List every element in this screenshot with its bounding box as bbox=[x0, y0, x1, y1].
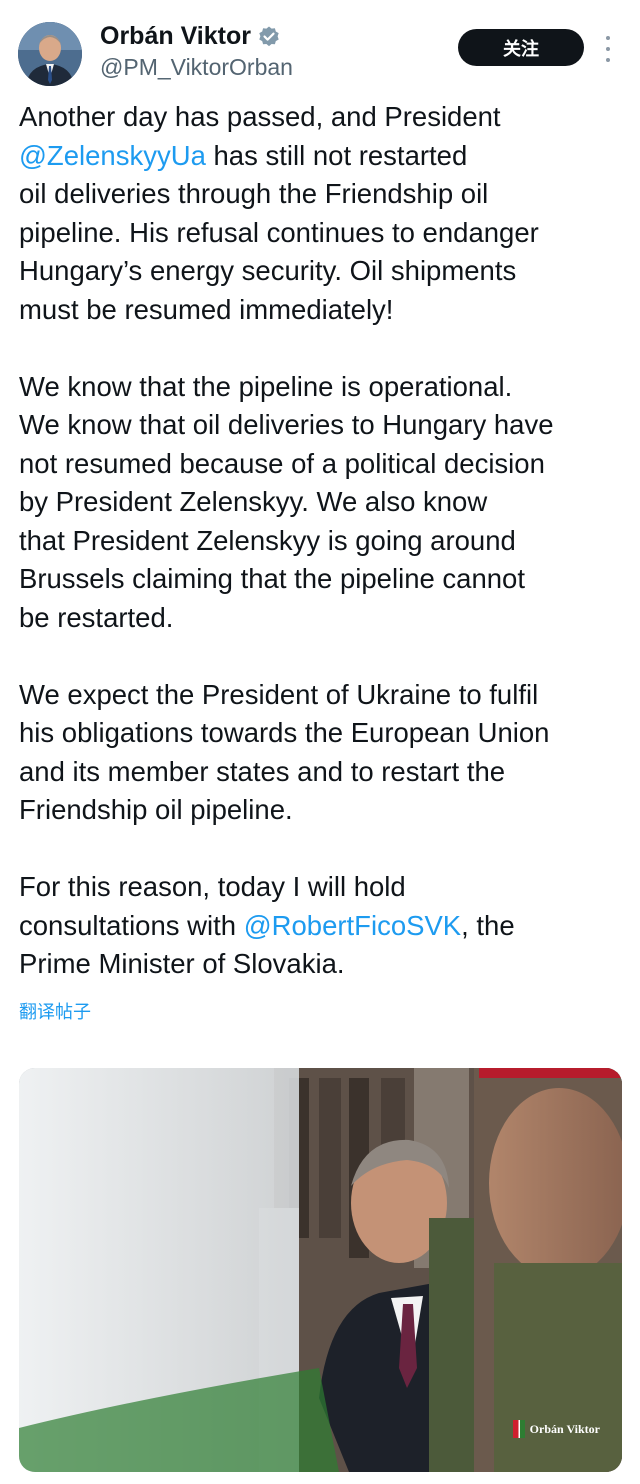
verified-badge-icon bbox=[257, 25, 281, 49]
tweet-text-segment: Another day has passed, and President bbox=[19, 101, 501, 132]
tweet-text-segment: by President Zelenskyy. We also know bbox=[19, 486, 488, 517]
tweet-line: pipeline. His refusal continues to endan… bbox=[19, 214, 623, 253]
tweet-text-segment: consultations with bbox=[19, 909, 237, 941]
mention-link[interactable]: @RobertFicoSVK bbox=[244, 910, 461, 941]
tweet-text-segment: For this reason, today I will hold bbox=[19, 871, 406, 902]
tweet-paragraph: Another day has passed, and President @Ze… bbox=[19, 98, 623, 329]
avatar[interactable] bbox=[18, 22, 82, 86]
tweet-text-segment: Brussels claiming that the pipeline cann… bbox=[19, 563, 525, 594]
tweet-text-segment: his obligations towards the European Uni… bbox=[19, 717, 550, 748]
tweet-text-segment: Prime Minister of Slovakia. bbox=[19, 948, 345, 979]
tweet-text-segment: pipeline. His refusal continues to endan… bbox=[19, 216, 539, 248]
tweet-media-image[interactable]: Orbán Viktor bbox=[19, 1068, 622, 1472]
tweet-line: by President Zelenskyy. We also know bbox=[19, 483, 623, 522]
tweet-line: We expect the President of Ukraine to fu… bbox=[19, 676, 623, 715]
tweet-text-segment: We expect the President of Ukraine to fu… bbox=[19, 678, 539, 710]
follow-button[interactable]: 关注 bbox=[458, 29, 584, 66]
tweet-line: not resumed because of a political decis… bbox=[19, 445, 623, 484]
tweet-text-segment: be restarted. bbox=[19, 601, 174, 633]
more-dot bbox=[606, 36, 610, 40]
translate-post-link[interactable]: 翻译帖子 bbox=[19, 998, 91, 1024]
tweet-line: that President Zelenskyy is going around bbox=[19, 522, 623, 561]
tweet-text-segment: We know that the pipeline is operational… bbox=[19, 370, 513, 402]
tweet-text-segment: Hungary’s energy security. Oil shipments bbox=[19, 255, 517, 286]
display-name-row: Orbán Viktor bbox=[100, 22, 281, 51]
tweet-line: must be resumed immediately! bbox=[19, 291, 623, 330]
tweet-line: Friendship oil pipeline. bbox=[19, 791, 623, 830]
tweet-line: be restarted. bbox=[19, 599, 623, 638]
tweet-text-segment: and its member states and to restart the bbox=[19, 755, 506, 787]
tweet-line: Prime Minister of Slovakia. bbox=[19, 945, 623, 984]
tweet-line: We know that oil deliveries to Hungary h… bbox=[19, 406, 623, 445]
tweet-paragraph: We know that the pipeline is operational… bbox=[19, 368, 623, 638]
tweet-header: Orbán Viktor @PM_ViktorOrban 关注 bbox=[0, 0, 640, 100]
tweet-line: oil deliveries through the Friendship oi… bbox=[19, 175, 623, 214]
display-name[interactable]: Orbán Viktor bbox=[100, 22, 251, 51]
tweet-text-segment: has still not restarted bbox=[213, 139, 468, 171]
tweet-line: his obligations towards the European Uni… bbox=[19, 714, 623, 753]
mention-link[interactable]: @ZelenskyyUa bbox=[19, 140, 206, 171]
more-vertical-icon[interactable] bbox=[598, 34, 618, 64]
tweet-line: Hungary’s energy security. Oil shipments bbox=[19, 252, 623, 291]
watermark-flag-icon bbox=[512, 1420, 525, 1438]
tweet-line: consultations with @RobertFicoSVK, the bbox=[19, 907, 623, 946]
image-watermark: Orbán Viktor bbox=[512, 1420, 600, 1438]
tweet-paragraph: For this reason, today I will hold consul… bbox=[19, 868, 623, 984]
tweet-text-segment: , the bbox=[461, 909, 515, 941]
tweet-line: @ZelenskyyUa has still not restarted bbox=[19, 137, 623, 176]
watermark-text: Orbán Viktor bbox=[529, 1421, 600, 1436]
tweet-text-segment: not resumed because of a political decis… bbox=[19, 447, 545, 479]
tweet-line: Another day has passed, and President bbox=[19, 98, 623, 137]
tweet-text-segment: Friendship oil pipeline. bbox=[19, 794, 293, 825]
tweet-text: Another day has passed, and President @Ze… bbox=[19, 98, 623, 984]
tweet-text-segment: that President Zelenskyy is going around bbox=[19, 524, 516, 556]
tweet-line: We know that the pipeline is operational… bbox=[19, 368, 623, 407]
profile-avatar-image bbox=[18, 22, 82, 86]
tweet-text-segment: We know that oil deliveries to Hungary h… bbox=[19, 409, 554, 440]
tweet-line: Brussels claiming that the pipeline cann… bbox=[19, 560, 623, 599]
tweet-line: For this reason, today I will hold bbox=[19, 868, 623, 907]
user-handle[interactable]: @PM_ViktorOrban bbox=[100, 54, 293, 81]
tweet-paragraph: We expect the President of Ukraine to fu… bbox=[19, 676, 623, 830]
tweet-text-segment: oil deliveries through the Friendship oi… bbox=[19, 178, 489, 209]
photo-illustration bbox=[19, 1068, 622, 1472]
tweet-line: and its member states and to restart the bbox=[19, 753, 623, 792]
tweet-text-segment: must be resumed immediately! bbox=[19, 293, 394, 325]
more-dot bbox=[606, 47, 610, 51]
more-dot bbox=[606, 58, 610, 62]
